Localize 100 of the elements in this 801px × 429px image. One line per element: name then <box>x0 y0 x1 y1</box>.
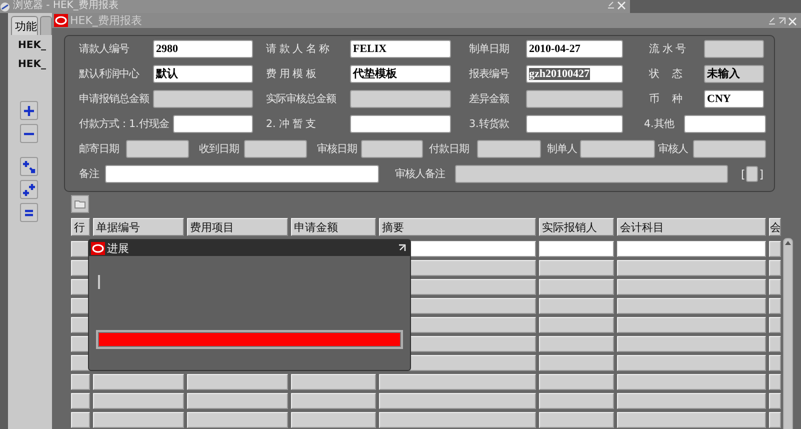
table-cell[interactable] <box>71 393 90 409</box>
app-logo-icon <box>0 2 10 12</box>
table-cell[interactable] <box>539 374 614 390</box>
bracket: ] <box>759 168 764 180</box>
navigator-tab[interactable]: 功能 <box>11 16 38 35</box>
table-cell[interactable] <box>617 374 766 390</box>
scroll-up-icon[interactable] <box>785 241 791 245</box>
field-label: 3.转货款 <box>469 117 510 131</box>
table-cell[interactable] <box>769 355 781 371</box>
dialog-title: 进展 <box>107 240 129 256</box>
browser-title: 浏览器 - HEK_费用报表 <box>13 0 118 12</box>
table-cell[interactable] <box>539 241 614 257</box>
table-cell[interactable] <box>769 279 781 295</box>
input-field[interactable]: 默认 <box>153 65 253 83</box>
field-label: 差异金额 <box>469 92 510 106</box>
restore-icon[interactable] <box>398 244 406 252</box>
input-field[interactable]: 2010-04-27 <box>526 40 623 58</box>
expand-branch-button[interactable] <box>20 157 38 176</box>
collapse-all-button[interactable] <box>20 203 38 222</box>
table-cell[interactable] <box>617 412 766 428</box>
table-cell[interactable] <box>71 241 90 257</box>
input-field[interactable]: 2980 <box>153 40 253 58</box>
input-field[interactable]: gzh20100427 <box>526 65 623 83</box>
table-cell[interactable] <box>617 241 766 257</box>
expand-button[interactable] <box>20 101 38 120</box>
field-label: 备注 <box>79 167 100 181</box>
field-label: 付款日期 <box>429 142 470 156</box>
input-field[interactable] <box>105 165 379 183</box>
table-cell[interactable] <box>617 279 766 295</box>
table-cell[interactable] <box>379 393 536 409</box>
input-field[interactable] <box>173 115 253 133</box>
table-cell[interactable] <box>291 393 376 409</box>
close-icon[interactable] <box>788 16 797 26</box>
table-cell[interactable] <box>187 393 288 409</box>
table-cell[interactable] <box>379 412 536 428</box>
plus-arrow-icon <box>22 160 36 174</box>
folder-icon <box>74 199 86 209</box>
table-cell[interactable] <box>769 393 781 409</box>
scrollbar[interactable] <box>783 238 793 429</box>
expand-all-button[interactable] <box>20 180 38 199</box>
input-field[interactable] <box>526 115 623 133</box>
column-header: 申请金额 <box>291 218 376 236</box>
table-cell[interactable] <box>71 355 90 371</box>
table-cell[interactable] <box>291 374 376 390</box>
field-label: 邮寄日期 <box>79 142 120 156</box>
table-cell[interactable] <box>617 260 766 276</box>
table-cell[interactable] <box>539 412 614 428</box>
table-cell[interactable] <box>539 298 614 314</box>
field-label: 审核人 <box>658 142 689 156</box>
column-header: 行 <box>71 218 90 236</box>
input-field[interactable] <box>350 115 451 133</box>
minimize-icon[interactable] <box>768 16 776 24</box>
table-cell[interactable] <box>539 260 614 276</box>
input-field[interactable] <box>684 115 766 133</box>
input-field[interactable]: 代垫模板 <box>350 65 451 83</box>
field-label: 费 用 模 板 <box>266 67 317 81</box>
navigator-tab[interactable] <box>40 16 52 35</box>
table-cell[interactable] <box>291 412 376 428</box>
field-label: 制单日期 <box>469 42 510 56</box>
attachment-button[interactable] <box>71 195 89 213</box>
field-label: 收到日期 <box>199 142 240 156</box>
minimize-icon[interactable] <box>607 1 615 9</box>
table-cell[interactable] <box>539 355 614 371</box>
table-cell[interactable] <box>539 336 614 352</box>
table-cell[interactable] <box>93 374 184 390</box>
field-label: 默认利润中心 <box>79 67 140 81</box>
collapse-button[interactable] <box>20 124 38 143</box>
table-cell[interactable] <box>71 374 90 390</box>
input-field[interactable]: CNY <box>704 90 764 108</box>
table-cell[interactable] <box>93 412 184 428</box>
app-logo-icon <box>91 242 105 254</box>
function-item[interactable]: HEK_ <box>18 59 52 73</box>
window-title: HEK_费用报表 <box>70 13 142 28</box>
table-cell[interactable] <box>769 412 781 428</box>
table-cell[interactable] <box>539 279 614 295</box>
function-item[interactable]: HEK_ <box>18 40 52 54</box>
table-cell[interactable] <box>617 336 766 352</box>
table-cell[interactable] <box>769 298 781 314</box>
field-label: 报表编号 <box>469 67 510 81</box>
table-cell[interactable] <box>539 393 614 409</box>
field-label: 币 种 <box>649 92 684 106</box>
table-cell[interactable] <box>769 336 781 352</box>
table-cell[interactable] <box>539 317 614 333</box>
table-cell[interactable] <box>71 412 90 428</box>
table-cell[interactable] <box>769 374 781 390</box>
table-cell[interactable] <box>769 317 781 333</box>
close-icon[interactable] <box>617 1 626 10</box>
table-cell[interactable] <box>617 317 766 333</box>
table-cell[interactable] <box>187 374 288 390</box>
table-cell[interactable] <box>769 241 781 257</box>
table-cell[interactable] <box>769 260 781 276</box>
input-field[interactable]: FELIX <box>350 40 451 58</box>
table-cell[interactable] <box>187 412 288 428</box>
table-cell[interactable] <box>379 374 536 390</box>
table-cell[interactable] <box>93 393 184 409</box>
table-cell[interactable] <box>617 298 766 314</box>
field-label: 实际审核总金额 <box>266 92 337 106</box>
table-cell[interactable] <box>617 355 766 371</box>
table-cell[interactable] <box>617 393 766 409</box>
column-header: 单据编号 <box>93 218 184 236</box>
